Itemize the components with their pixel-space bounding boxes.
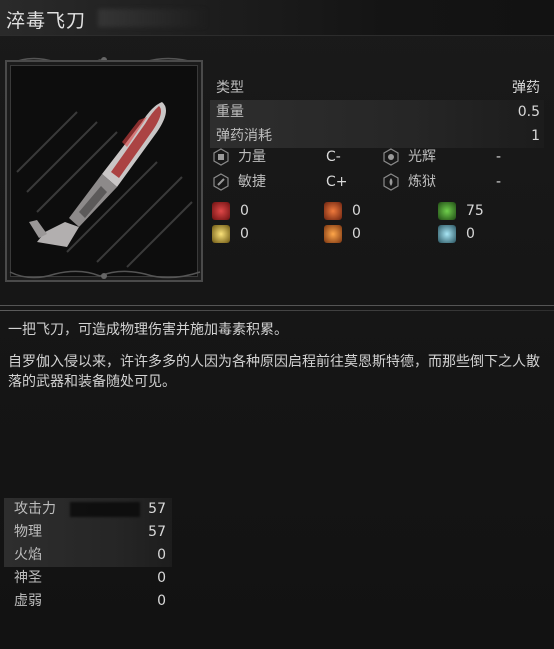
- scaling-grade: C-: [326, 149, 341, 165]
- item-description: 一把飞刀，可造成物理伤害并施加毒素积累。 自罗伽入侵以来，许许多多的人因为各种原…: [8, 320, 546, 404]
- stat-value: 弹药: [512, 80, 540, 96]
- attack-row-physical: 物理 57: [4, 521, 172, 544]
- buildup-holy: 0: [212, 223, 312, 245]
- buildup-frost: 0: [438, 223, 538, 245]
- buildup-value: 75: [466, 203, 484, 219]
- item-image-frame: [5, 60, 203, 282]
- section-divider: [0, 305, 554, 313]
- stat-label: 类型: [216, 80, 244, 96]
- attack-row-fire: 火焰 0: [4, 544, 172, 567]
- attack-label: 虚弱: [14, 593, 42, 609]
- scaling-strength: 力量 C-: [212, 146, 372, 168]
- attack-value: 0: [157, 570, 166, 586]
- attack-label: 火焰: [14, 547, 42, 563]
- scaling-grade: C+: [326, 174, 348, 190]
- buildup-value: 0: [352, 203, 361, 219]
- buildup-bleed: 0: [212, 200, 312, 222]
- bleed-icon: [212, 202, 230, 220]
- attack-header-label: 攻击力: [14, 501, 56, 517]
- scaling-name: 光辉: [408, 149, 436, 165]
- attack-power-table: 攻击力 57 物理 57 火焰 0 神圣 0 虚弱 0: [4, 498, 172, 613]
- scaling-grade: -: [496, 149, 502, 165]
- buildup-value: 0: [240, 226, 249, 242]
- stat-value: 0.5: [517, 104, 540, 120]
- poison-icon: [438, 202, 456, 220]
- frost-icon: [438, 225, 456, 243]
- buildup-burn: 0: [324, 200, 424, 222]
- scaling-agility: 敏捷 C+: [212, 171, 372, 193]
- stat-row-type: 类型 弹药: [210, 76, 544, 100]
- attack-header-value: 57: [148, 501, 166, 517]
- title-obscured-area: [98, 9, 206, 27]
- stat-row-weight: 重量 0.5: [210, 100, 544, 124]
- agility-icon: [213, 173, 229, 191]
- attack-row-weak: 虚弱 0: [4, 590, 172, 613]
- scaling-inferno: 炼狱 -: [382, 171, 542, 193]
- stat-value: 1: [531, 128, 540, 144]
- buildup-value: 0: [352, 226, 361, 242]
- title-bar: 淬毒飞刀: [0, 0, 554, 36]
- poisoned-throwing-knife-icon: [16, 102, 193, 268]
- description-lore: 自罗伽入侵以来，许许多多的人因为各种原因启程前往莫恩斯特德，而那些倒下之人散落的…: [8, 354, 540, 390]
- holy-icon: [212, 225, 230, 243]
- inferno-icon: [383, 173, 399, 191]
- stat-row-ammo-cost: 弹药消耗 1: [210, 124, 544, 148]
- burn-icon: [324, 202, 342, 220]
- attack-value: 0: [157, 547, 166, 563]
- attack-value: 0: [157, 593, 166, 609]
- item-detail-panel: 淬毒飞刀 类型 弹药 重量 0.5 弹药消耗 1 力量 C- 光辉 - 敏捷 C…: [0, 0, 554, 649]
- attack-value: 57: [148, 524, 166, 540]
- stat-label: 弹药消耗: [216, 128, 272, 144]
- scaling-name: 敏捷: [238, 174, 266, 190]
- attack-obscured-area: [70, 502, 140, 517]
- attack-label: 物理: [14, 524, 42, 540]
- fire-icon: [324, 225, 342, 243]
- scaling-name: 炼狱: [408, 174, 436, 190]
- strength-icon: [213, 148, 229, 166]
- status-buildup: 0 0 75 0 0 0: [212, 200, 542, 246]
- radiance-icon: [383, 148, 399, 166]
- buildup-fire: 0: [324, 223, 424, 245]
- attribute-scaling: 力量 C- 光辉 - 敏捷 C+ 炼狱 -: [212, 146, 542, 196]
- description-line: 一把飞刀，可造成物理伤害并施加毒素积累。: [8, 322, 288, 338]
- buildup-value: 0: [240, 203, 249, 219]
- scaling-grade: -: [496, 174, 502, 190]
- attack-header-row: 攻击力 57: [4, 498, 172, 521]
- item-stats-table: 类型 弹药 重量 0.5 弹药消耗 1: [210, 76, 544, 148]
- buildup-poison: 75: [438, 200, 538, 222]
- ornament-bottom-icon: [9, 270, 201, 279]
- stat-label: 重量: [216, 104, 244, 120]
- scaling-radiance: 光辉 -: [382, 146, 542, 168]
- attack-label: 神圣: [14, 570, 42, 586]
- item-name: 淬毒飞刀: [6, 10, 87, 32]
- attack-row-holy: 神圣 0: [4, 567, 172, 590]
- buildup-value: 0: [466, 226, 475, 242]
- scaling-name: 力量: [238, 149, 266, 165]
